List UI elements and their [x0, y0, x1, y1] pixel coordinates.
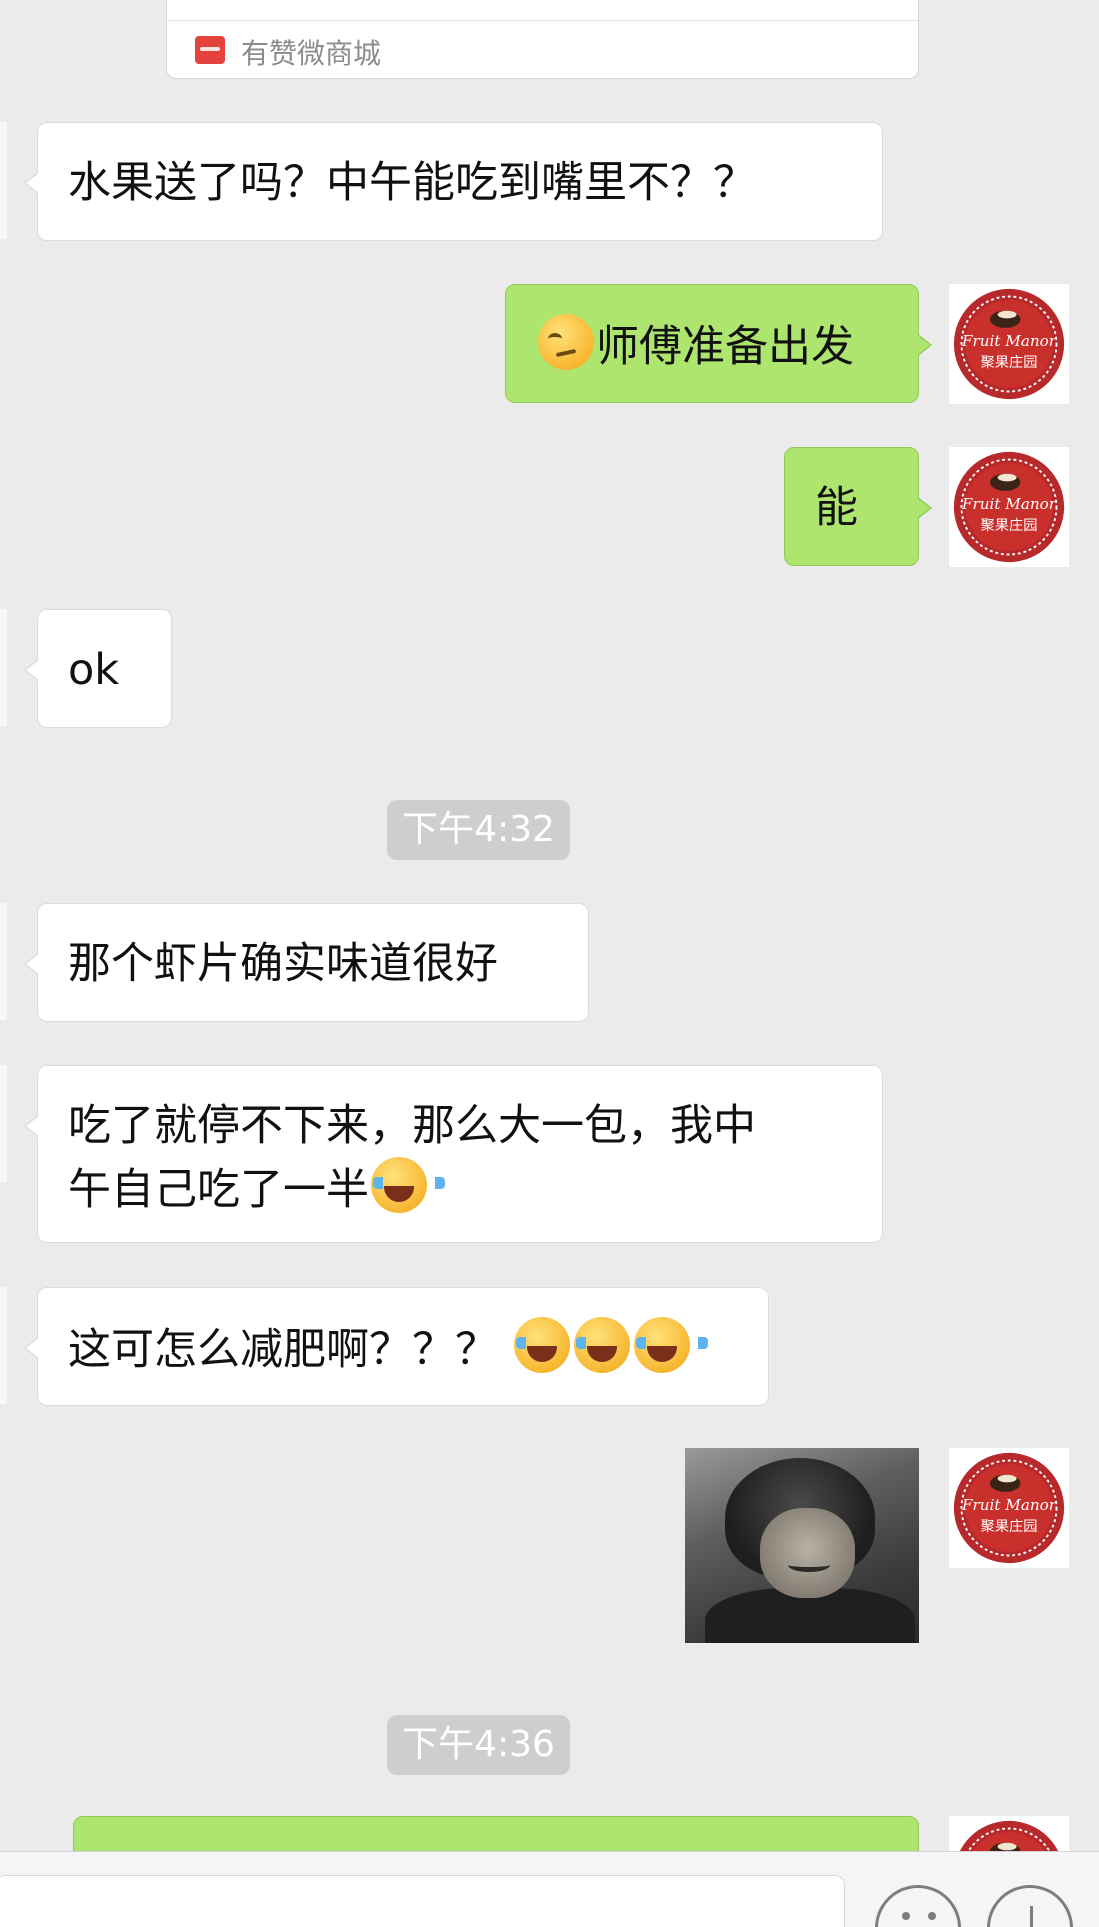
laughing-crying-emoji-icon: [633, 1317, 708, 1373]
contact-avatar-edge[interactable]: [0, 903, 7, 1020]
smirk-emoji-icon: [538, 314, 594, 370]
message-bubble-incoming[interactable]: 吃了就停不下来，那么大一包，我中 午自己吃了一半: [24, 1065, 883, 1243]
shop-app-icon: [195, 36, 225, 64]
logo-text-en: Fruit Manor: [961, 332, 1058, 350]
card-divider: [167, 20, 918, 21]
contact-avatar-edge[interactable]: [0, 609, 7, 726]
my-avatar[interactable]: Fruit Manor 聚果庄园: [949, 284, 1069, 404]
fruit-manor-logo-icon: Fruit Manor 聚果庄园: [953, 451, 1065, 563]
message-text: 师傅准备出发: [596, 322, 854, 372]
input-bar: [0, 1851, 1099, 1927]
timestamp: 下午4:32: [387, 800, 570, 860]
message-bubble-incoming[interactable]: 这可怎么减肥啊？？？: [24, 1287, 769, 1406]
contact-avatar-edge[interactable]: [0, 122, 7, 239]
message-input[interactable]: [0, 1875, 845, 1927]
emoji-face-icon[interactable]: [875, 1885, 961, 1927]
logo-text-cn: 聚果庄园: [980, 353, 1037, 371]
logo-text-en: Fruit Manor: [961, 1496, 1058, 1514]
message-text: 那个虾片确实味道很好: [68, 939, 498, 989]
plus-icon[interactable]: [987, 1885, 1073, 1927]
shared-link-card[interactable]: 有赞微商城: [166, 0, 919, 79]
message-bubble-incoming[interactable]: 水果送了吗？中午能吃到嘴里不？？: [24, 122, 883, 241]
contact-avatar-edge[interactable]: [0, 1287, 7, 1404]
message-text: 水果送了吗？中午能吃到嘴里不？？: [68, 158, 756, 208]
chat-view: 有赞微商城 水果送了吗？中午能吃到嘴里不？？ 师傅准备出发 Fruit Mano…: [0, 0, 1099, 1927]
message-bubble-outgoing[interactable]: 师傅准备出发: [505, 284, 932, 403]
logo-text-cn: 聚果庄园: [980, 1517, 1037, 1535]
message-bubble-incoming[interactable]: ok: [24, 609, 172, 728]
message-text: 能: [815, 483, 858, 533]
message-text-line: 吃了就停不下来，那么大一包，我中: [68, 1101, 756, 1151]
message-bubble-outgoing[interactable]: 能: [784, 447, 932, 566]
logo-text-cn: 聚果庄园: [980, 516, 1037, 534]
laughing-crying-emoji-icon: [573, 1317, 648, 1373]
fruit-manor-logo-icon: Fruit Manor 聚果庄园: [953, 1452, 1065, 1564]
timestamp: 下午4:36: [387, 1715, 570, 1775]
laughing-crying-emoji-icon: [513, 1317, 588, 1373]
my-avatar[interactable]: Fruit Manor 聚果庄园: [949, 1448, 1069, 1568]
message-text-line: 午自己吃了一半: [68, 1157, 852, 1221]
laughing-crying-emoji-icon: [371, 1157, 445, 1213]
card-source-label: 有赞微商城: [241, 37, 382, 70]
contact-avatar-edge[interactable]: [0, 1065, 7, 1182]
message-text: 这可怎么减肥啊？？？: [68, 1325, 512, 1375]
message-text: ok: [68, 645, 120, 695]
laughing-man-sticker[interactable]: [685, 1448, 919, 1643]
fruit-manor-logo-icon: Fruit Manor 聚果庄园: [953, 288, 1065, 400]
message-bubble-incoming[interactable]: 那个虾片确实味道很好: [24, 903, 589, 1022]
my-avatar[interactable]: Fruit Manor 聚果庄园: [949, 447, 1069, 567]
logo-text-en: Fruit Manor: [961, 495, 1058, 513]
